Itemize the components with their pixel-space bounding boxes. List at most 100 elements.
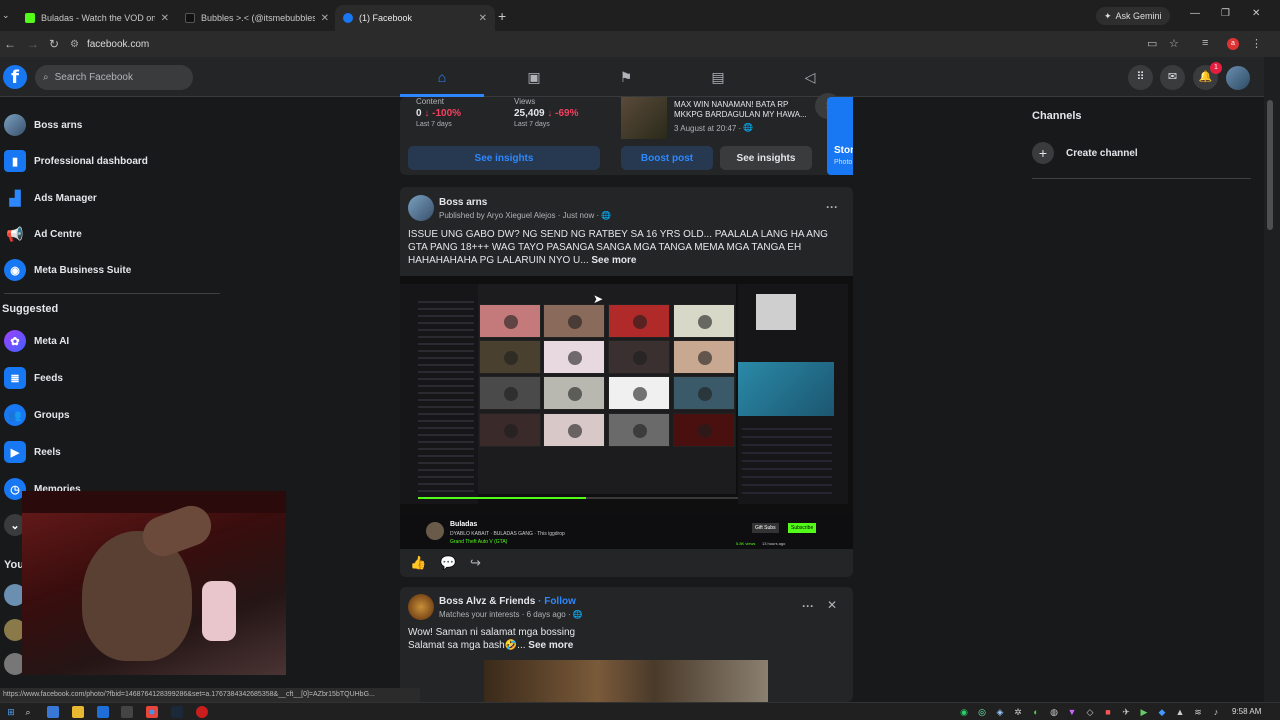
post2-author-name[interactable]: Boss Alvz & Friends xyxy=(439,596,535,607)
close-tab-icon[interactable]: ✕ xyxy=(479,13,487,24)
file-explorer-icon[interactable] xyxy=(72,706,84,718)
browser-tab-bubbles[interactable]: Bubbles >.< (@itsmebubbles.a ✕ xyxy=(177,5,337,31)
ask-gemini-button[interactable]: ✦ Ask Gemini xyxy=(1096,7,1170,25)
close-window-icon[interactable]: ✕ xyxy=(1252,8,1260,19)
search-facebook-input[interactable]: ⌕ Search Facebook xyxy=(35,65,193,90)
post2-text-line2: Salamat sa mga bash🤣... xyxy=(408,640,526,651)
sidebar-item-ads-manager[interactable]: ▟ Ads Manager xyxy=(4,186,97,210)
clock[interactable]: 9:58 AM xyxy=(1232,707,1261,716)
post-more-options-button[interactable]: ··· xyxy=(826,200,838,214)
ads-megaphone-icon[interactable]: ◁ xyxy=(801,69,819,85)
reload-icon[interactable]: ↻ xyxy=(49,37,59,51)
scrollbar-thumb[interactable] xyxy=(1267,100,1273,230)
tray-icon[interactable]: ◆ xyxy=(1156,706,1168,718)
sidebar-item-reels[interactable]: ▶ Reels xyxy=(4,440,61,464)
sidebar-item-meta-business-suite[interactable]: ◉ Meta Business Suite xyxy=(4,258,131,282)
post2-see-more-link[interactable]: See more xyxy=(528,640,573,651)
bookmark-star-icon[interactable]: ☆ xyxy=(1169,37,1179,50)
share-icon[interactable]: ↪ xyxy=(470,555,481,571)
post2-more-options-button[interactable]: ··· xyxy=(802,599,814,613)
new-tab-icon[interactable]: + xyxy=(498,8,506,24)
profile-extension-badge[interactable]: a xyxy=(1227,38,1239,50)
sidebar-item-ad-centre[interactable]: 📢 Ad Centre xyxy=(4,222,82,246)
story-subtitle: Photo xyxy=(834,159,853,166)
outlook-icon[interactable] xyxy=(97,706,109,718)
tray-icon[interactable]: ▼ xyxy=(1066,706,1078,718)
close-tab-icon[interactable]: ✕ xyxy=(161,13,169,24)
pages-flag-icon[interactable]: ⚑ xyxy=(617,69,635,85)
tray-icon[interactable]: ▶ xyxy=(1138,706,1150,718)
windows-start-icon[interactable]: ⊞ xyxy=(5,706,17,718)
post2-image[interactable] xyxy=(484,660,768,702)
streamer-webcam-overlay xyxy=(22,491,286,675)
taskbar-copilot-icon[interactable] xyxy=(47,706,59,718)
tray-icon[interactable]: ✈ xyxy=(1120,706,1132,718)
forward-icon[interactable]: → xyxy=(27,37,39,51)
browser-tab-facebook[interactable]: (1) Facebook ✕ xyxy=(335,5,495,31)
see-more-link[interactable]: See more xyxy=(591,255,636,266)
chrome-taskbar-icon[interactable] xyxy=(146,706,158,718)
home-icon[interactable]: ⌂ xyxy=(433,69,451,85)
post2-close-button[interactable]: ✕ xyxy=(827,598,837,612)
video-icon[interactable]: ▣ xyxy=(525,69,543,85)
menu-grid-icon[interactable]: ⠿ xyxy=(1128,65,1153,90)
messenger-icon[interactable]: ✉ xyxy=(1160,65,1185,90)
tray-icon[interactable]: ◇ xyxy=(1084,706,1096,718)
post-text: ISSUE UNG GABO DW? NG SEND NG RATBEY SA … xyxy=(408,228,848,267)
close-tab-icon[interactable]: ✕ xyxy=(321,13,329,24)
post-author-name[interactable]: Boss arns xyxy=(439,197,487,208)
app-red-icon[interactable] xyxy=(196,706,208,718)
post2-text-line1: Wow! Saman ni salamat mga bossing xyxy=(408,627,576,638)
tray-icon[interactable]: ◈ xyxy=(994,706,1006,718)
account-avatar[interactable] xyxy=(1226,66,1250,90)
volume-icon[interactable]: ♪ xyxy=(1210,706,1222,718)
cast-icon[interactable]: ▭ xyxy=(1147,37,1157,50)
search-icon: ⌕ xyxy=(43,72,49,83)
story-card[interactable]: Stor Photo xyxy=(827,97,853,175)
recent-post-thumbnail[interactable] xyxy=(621,97,667,139)
stream-time: 13 hours ago xyxy=(762,541,786,546)
sidebar-item-professional-dashboard[interactable]: ▮ Professional dashboard xyxy=(4,149,148,173)
tray-icon[interactable]: ◍ xyxy=(1048,706,1060,718)
facebook-header: f ⌕ Search Facebook ⌂ ▣ ⚑ ▤ ◁ ⠿ ✉ 🔔 xyxy=(0,57,1264,97)
back-icon[interactable]: ← xyxy=(4,37,16,51)
browser-tab-buladas[interactable]: Buladas - Watch the VOD on Ki ✕ xyxy=(17,5,177,31)
sidebar-item-feeds[interactable]: ≣ Feeds xyxy=(4,366,63,390)
wifi-icon[interactable]: ≋ xyxy=(1192,706,1204,718)
tab-search-chevron-icon[interactable]: ⌄ xyxy=(2,10,10,21)
recent-post-title[interactable]: MAX WIN NANAMAN! BATA RP MKKPG BARDAGULA… xyxy=(674,100,814,120)
steam-icon[interactable] xyxy=(171,706,183,718)
sidebar-item-profile[interactable]: Boss arns xyxy=(4,113,82,137)
tab-title: Bubbles >.< (@itsmebubbles.a xyxy=(201,13,315,23)
whatsapp-tray-icon[interactable]: ◉ xyxy=(958,706,970,718)
boost-post-button[interactable]: Boost post xyxy=(621,146,713,170)
site-info-icon[interactable]: ⚙ xyxy=(70,39,79,50)
comment-icon[interactable]: 💬 xyxy=(440,555,456,571)
post-author-avatar[interactable] xyxy=(408,195,434,221)
see-insights-button[interactable]: See insights xyxy=(408,146,600,170)
grid-tile xyxy=(673,304,735,338)
store-icon[interactable] xyxy=(121,706,133,718)
like-icon[interactable]: 👍 xyxy=(410,555,426,571)
post-image[interactable]: Buladas DYABLO KABAIT · BULADAS GANG · T… xyxy=(400,276,853,549)
insights-icon[interactable]: ▤ xyxy=(709,69,727,85)
sidebar-item-meta-ai[interactable]: ✿ Meta AI xyxy=(4,329,69,353)
tray-icon[interactable]: ✲ xyxy=(1012,706,1024,718)
create-channel-button[interactable]: + Create channel xyxy=(1032,142,1252,164)
minimize-icon[interactable]: — xyxy=(1190,8,1200,19)
taskbar-search-icon[interactable]: ⌕ xyxy=(22,706,34,718)
sidebar-item-groups[interactable]: 👥 Groups xyxy=(4,403,70,427)
tray-icon[interactable]: ◐ xyxy=(1030,706,1042,718)
post2-author-avatar[interactable] xyxy=(408,594,434,620)
restore-icon[interactable]: ❐ xyxy=(1221,8,1230,19)
chrome-menu-icon[interactable]: ⋮ xyxy=(1251,37,1262,50)
tray-icon[interactable]: ■ xyxy=(1102,706,1114,718)
see-insights-post-button[interactable]: See insights xyxy=(720,146,812,170)
facebook-logo-icon[interactable]: f xyxy=(3,65,27,89)
tray-icon[interactable]: ◎ xyxy=(976,706,988,718)
follow-link[interactable]: · Follow xyxy=(538,596,576,607)
tray-icon[interactable]: ▲ xyxy=(1174,706,1186,718)
media-controls-icon[interactable]: ≡ xyxy=(1202,37,1208,49)
post-time[interactable]: · Just now · xyxy=(558,211,599,220)
url-field[interactable]: ⚙ facebook.com xyxy=(70,34,1140,54)
